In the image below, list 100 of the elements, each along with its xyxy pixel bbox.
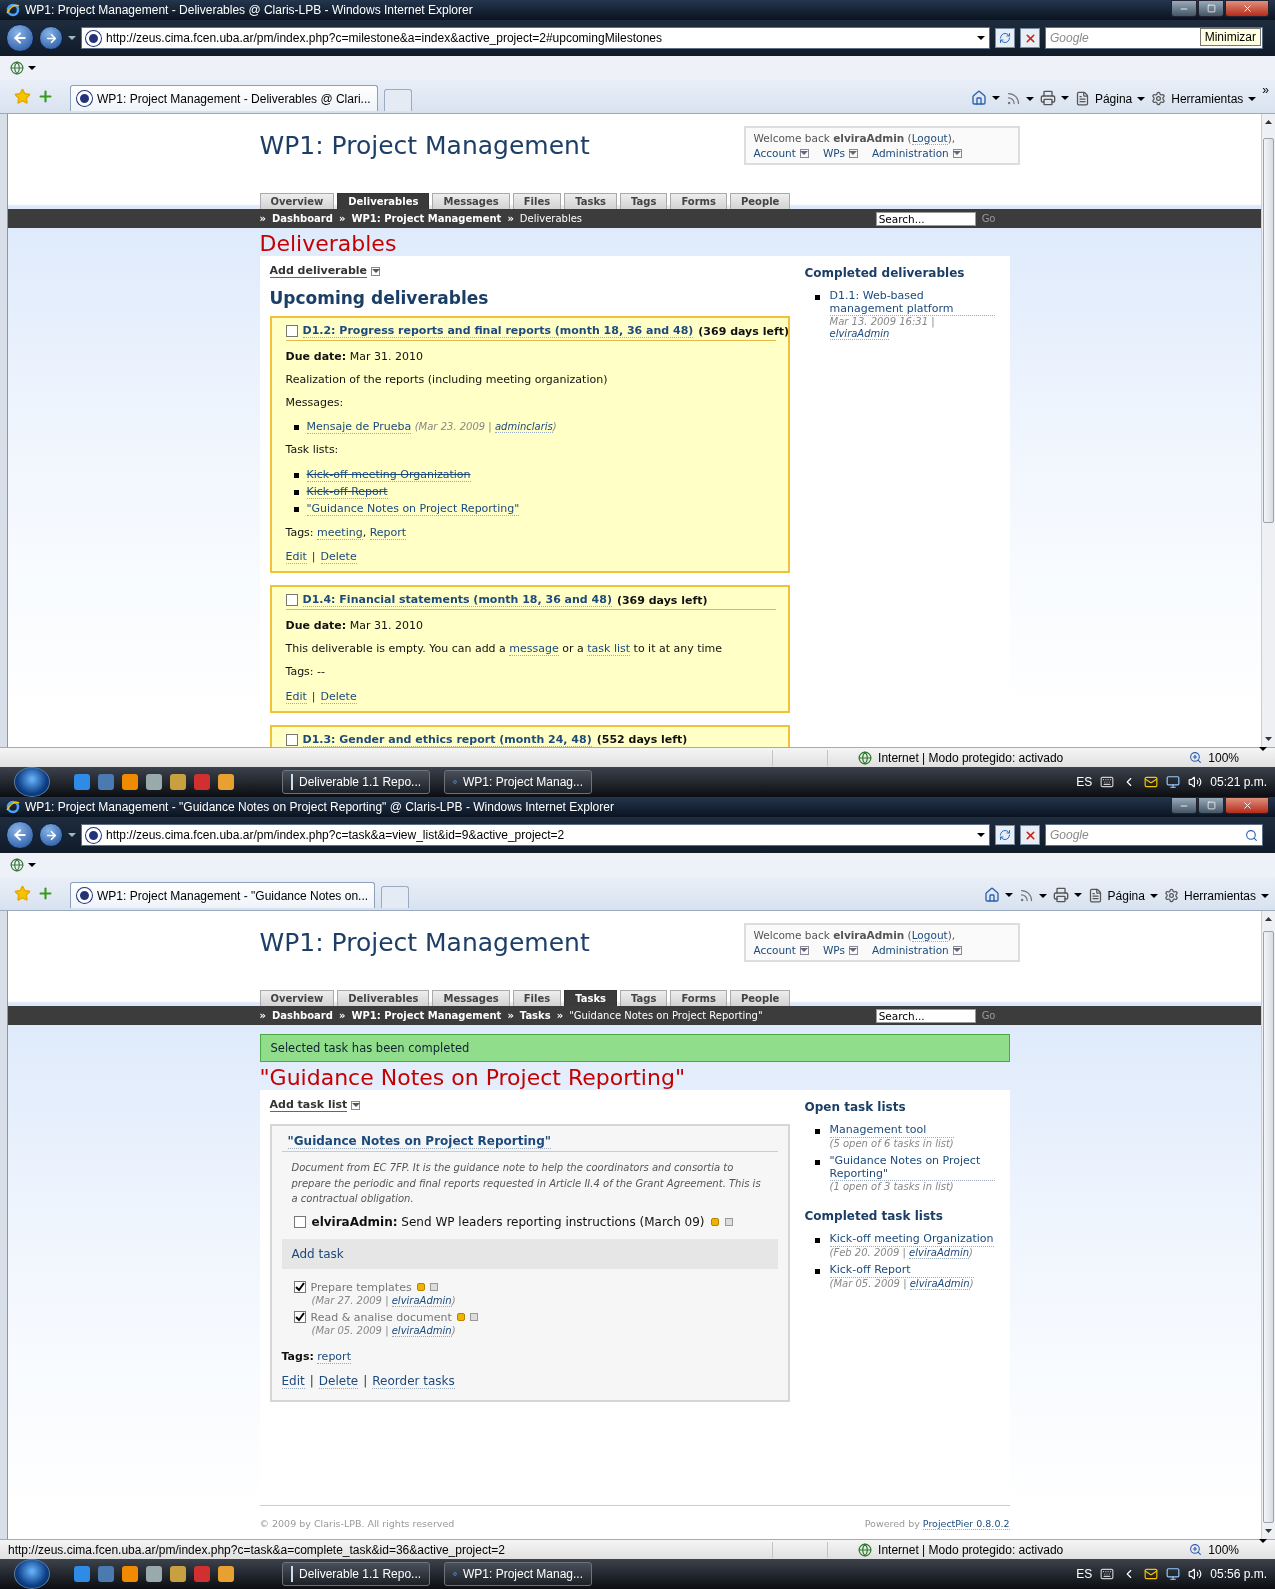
scroll-up-icon[interactable] [1265, 916, 1272, 921]
page-menu[interactable]: Página [1087, 888, 1158, 903]
breadcrumb-link[interactable]: Dashboard [271, 1010, 333, 1021]
nav-tab[interactable]: Overview [259, 193, 335, 209]
refresh-button[interactable] [995, 28, 1015, 48]
tag-link[interactable]: meeting [317, 526, 363, 541]
minimize-button[interactable] [1171, 0, 1197, 17]
scroll-up-icon[interactable] [1265, 120, 1272, 124]
action-link[interactable]: Edit [285, 550, 307, 565]
page-menu[interactable]: Página [1074, 91, 1146, 106]
sidebar-link[interactable]: D1.1: Web-based management platform [829, 290, 995, 317]
nav-tab[interactable]: Forms [670, 193, 727, 209]
toolbar-icon[interactable] [10, 61, 24, 75]
tag-link[interactable]: report [317, 1349, 351, 1364]
nav-tab[interactable]: People [730, 193, 791, 209]
sidebar-link[interactable]: Kick-off meeting Organization [829, 1232, 994, 1247]
breadcrumb-link[interactable]: Tasks [519, 1010, 551, 1021]
user-link[interactable]: adminclaris [494, 421, 553, 434]
print-icon[interactable] [1039, 90, 1056, 106]
address-field[interactable]: http://zeus.cima.fcen.uba.ar/pm/index.php?c=task&a=view_list&id=9&active_project=2 [81, 824, 990, 846]
tag-link[interactable]: Report [369, 526, 407, 541]
taskbar-item[interactable]: WP1: Project Manag... [444, 1562, 592, 1586]
logout-link[interactable]: Logout [911, 929, 948, 942]
attached-list-link[interactable]: Kick-off Report [306, 484, 388, 499]
nav-tab[interactable]: Files [512, 990, 562, 1006]
breadcrumb-link[interactable]: WP1: Project Management [351, 1010, 502, 1021]
add-favorite-icon[interactable] [37, 885, 54, 902]
nav-tab[interactable]: Tags [620, 990, 668, 1006]
language-indicator[interactable]: ES [1076, 1567, 1093, 1581]
sidebar-link[interactable]: Management tool [829, 1124, 954, 1138]
browser-tab[interactable]: WP1: Project Management - "Guidance Notes on... [70, 882, 376, 908]
go-button[interactable]: Go [981, 213, 996, 224]
minimize-button[interactable] [1171, 797, 1197, 814]
nav-tab[interactable]: Tasks [564, 193, 617, 209]
attached-list-link[interactable]: Kick-off meeting Organization [306, 467, 471, 482]
delete-icon[interactable] [469, 1313, 478, 1321]
nav-tab[interactable]: Overview [259, 990, 335, 1006]
scroll-down-icon[interactable] [1265, 1529, 1272, 1534]
address-field[interactable]: http://zeus.cima.fcen.uba.ar/pm/index.php?c=milestone&a=index&active_project=2#upcomingMilestones [81, 27, 990, 49]
user-link[interactable]: elviraAdmin [391, 1324, 452, 1337]
nav-tab[interactable]: Deliverables [337, 990, 430, 1006]
print-icon[interactable] [1052, 887, 1069, 903]
browser-tab[interactable]: WP1: Project Management - Deliverables @ Clari... [70, 85, 378, 111]
project-link[interactable]: ProjectPier 0.8.0.2 [922, 1518, 1010, 1530]
add-favorite-icon[interactable] [37, 88, 54, 105]
zoom-level[interactable]: 100% [1208, 750, 1239, 765]
logout-link[interactable]: Logout [911, 132, 948, 145]
description-link[interactable]: message [509, 642, 559, 657]
home-icon[interactable] [983, 887, 1000, 903]
attached-post-link[interactable]: Mensaje de Prueba [306, 420, 412, 435]
action-link[interactable]: Edit [281, 1373, 305, 1389]
add-action-link[interactable]: Add deliverable [269, 264, 381, 278]
scrollbar-thumb[interactable] [1263, 138, 1274, 523]
menu-link[interactable]: Administration [871, 944, 962, 956]
checkbox[interactable] [285, 733, 298, 746]
menu-link[interactable]: WPs [822, 147, 858, 159]
sidebar-link[interactable]: "Guidance Notes on Project Reporting" [829, 1155, 995, 1182]
nav-tab[interactable]: Forms [670, 990, 727, 1006]
nav-tab[interactable]: People [730, 990, 791, 1006]
checkbox[interactable] [285, 594, 298, 607]
tools-menu[interactable]: Herramientas [1151, 91, 1257, 106]
user-link[interactable]: elviraAdmin [909, 1277, 970, 1290]
tools-menu[interactable]: Herramientas [1163, 888, 1269, 903]
menu-link[interactable]: WPs [822, 944, 858, 956]
search-field[interactable]: Search... [875, 1008, 976, 1023]
action-link[interactable]: Edit [285, 689, 307, 704]
close-button[interactable] [1225, 0, 1269, 17]
back-button[interactable] [6, 24, 34, 52]
menu-link[interactable]: Account [753, 147, 809, 159]
checkbox[interactable] [293, 1281, 306, 1293]
taskbar-item[interactable]: WP1: Project Manag... [444, 770, 592, 794]
zoom-level[interactable]: 100% [1208, 1542, 1239, 1557]
nav-tab[interactable]: Tags [620, 193, 668, 209]
edit-icon[interactable] [416, 1283, 425, 1291]
taskbar-item[interactable]: Deliverable 1.1 Repo... [282, 1562, 430, 1586]
checkbox[interactable] [285, 325, 298, 337]
search-field[interactable]: Google [1045, 824, 1263, 846]
nav-tab[interactable]: Messages [432, 990, 510, 1006]
menu-link[interactable]: Administration [871, 147, 962, 159]
feed-icon[interactable] [1005, 91, 1021, 106]
scroll-down-icon[interactable] [1265, 737, 1272, 741]
stop-button[interactable] [1020, 28, 1040, 48]
back-button[interactable] [6, 821, 34, 849]
edit-icon[interactable] [710, 1217, 719, 1226]
deliverable-link[interactable]: D1.4: Financial statements (month 18, 36 and 48) [302, 593, 612, 608]
description-link[interactable]: task list [587, 642, 631, 657]
sidebar-link[interactable]: Kick-off Report [829, 1264, 974, 1278]
scrollbar-thumb[interactable] [1263, 930, 1274, 1524]
user-link[interactable]: elviraAdmin [391, 1294, 452, 1307]
menu-link[interactable]: Account [753, 944, 809, 956]
edit-icon[interactable] [456, 1313, 465, 1321]
user-link[interactable]: elviraAdmin [829, 327, 890, 340]
checkbox[interactable] [293, 1215, 306, 1228]
stop-button[interactable] [1020, 825, 1040, 845]
nav-tab[interactable]: Tasks [564, 990, 617, 1006]
forward-button[interactable] [39, 26, 63, 50]
action-link[interactable]: Delete [320, 689, 357, 704]
taskbar-item[interactable]: Deliverable 1.1 Repo... [282, 770, 430, 794]
nav-tab[interactable]: Messages [432, 193, 510, 209]
action-link[interactable]: Reorder tasks [372, 1373, 455, 1389]
